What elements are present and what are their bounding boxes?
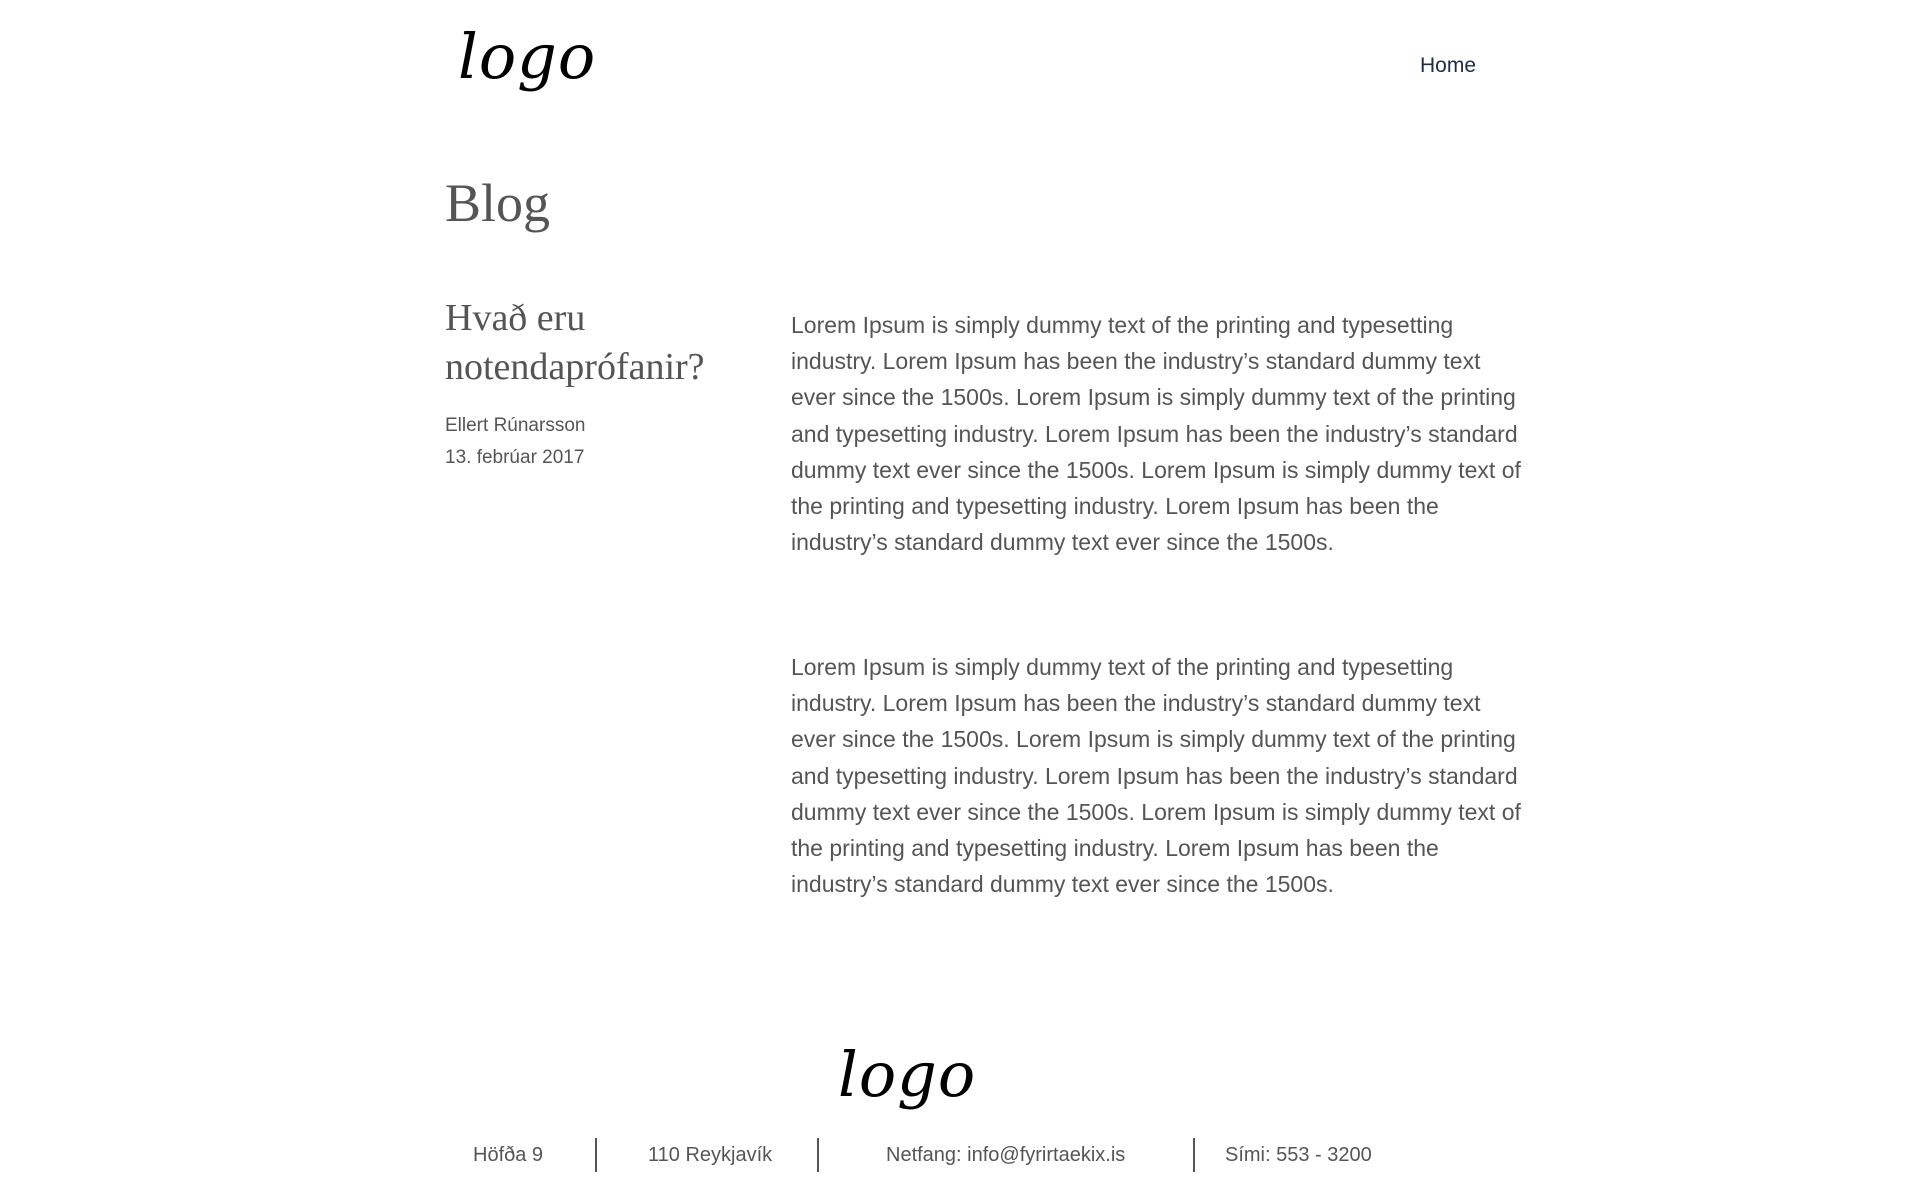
post-paragraph: Lorem Ipsum is simply dummy text of the … [791,312,1521,556]
post-author: Ellert Rúnarsson [445,415,586,436]
post-date: 13. febrúar 2017 [445,447,585,468]
footer-divider [1193,1138,1195,1172]
post-paragraph: Lorem Ipsum is simply dummy text of the … [791,654,1521,898]
page-title: Blog [445,173,551,233]
footer-email[interactable]: Netfang: info@fyrirtaekix.is [886,1144,1125,1167]
footer-divider [817,1138,819,1172]
footer-address: Höfða 9 [473,1144,544,1166]
header-logo[interactable]: logo [458,26,596,88]
nav-home-link[interactable]: Home [1420,54,1476,78]
footer-phone[interactable]: Sími: 553 - 3200 [1225,1144,1372,1167]
footer-city: 110 Reykjavík [648,1144,773,1166]
post-title: Hvað eru notendaprófanir? [445,297,705,388]
footer-divider [595,1138,597,1172]
footer-contact-bar: Höfða 9 110 Reykjavík Netfang: info@fyri… [455,1138,1465,1174]
footer-logo: logo [838,1038,977,1111]
